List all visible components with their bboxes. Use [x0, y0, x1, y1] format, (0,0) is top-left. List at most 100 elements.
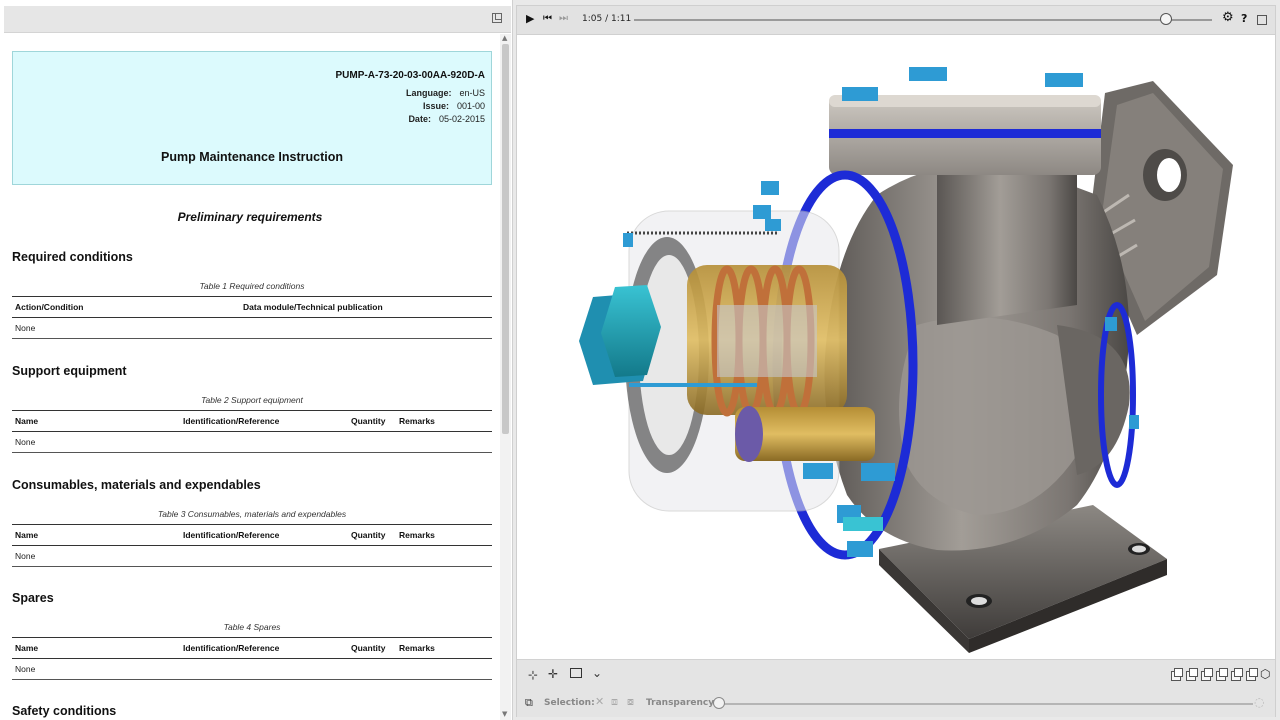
- skip-forward-icon[interactable]: ⏭: [559, 13, 568, 24]
- section-heading: Consumables, materials and expendables: [12, 478, 261, 492]
- skip-back-icon[interactable]: ⏮: [543, 13, 552, 24]
- section-heading: Safety conditions: [12, 704, 117, 718]
- table-row: None: [12, 546, 492, 567]
- section-support-equipment: Support equipment Table 2 Support equipm…: [12, 364, 492, 453]
- issue-value: 001-00: [456, 101, 485, 111]
- date-label: Date:: [408, 114, 431, 124]
- pump-model[interactable]: [517, 35, 1275, 659]
- document-scrollbar[interactable]: ▲ ▼: [500, 34, 511, 720]
- table: Name Identification/Reference Quantity R…: [12, 410, 492, 453]
- column-header: Identification/Reference: [183, 416, 280, 426]
- section-heading: Spares: [12, 591, 54, 605]
- preliminary-heading: Preliminary requirements: [177, 210, 323, 224]
- selection-label: Selection:: [544, 698, 595, 708]
- pan-icon[interactable]: ✛: [548, 667, 558, 681]
- pump-housing: [824, 135, 1130, 551]
- column-header: Remarks: [399, 643, 435, 653]
- timeline-track[interactable]: [634, 19, 1212, 21]
- section-required-conditions: Required conditions Table 1 Required con…: [12, 250, 492, 339]
- zoom-box-icon[interactable]: [570, 668, 582, 678]
- scroll-up-icon[interactable]: ▲: [502, 34, 507, 42]
- table-caption: Table 4 Spares: [223, 622, 281, 632]
- table-cell: None: [15, 551, 36, 561]
- isolate-icon[interactable]: ⧈: [611, 695, 618, 709]
- column-header: Identification/Reference: [183, 643, 280, 653]
- column-header: Identification/Reference: [183, 530, 280, 540]
- date-row: Date: 05-02-2015: [408, 114, 485, 124]
- time-readout: 1:05 / 1:11: [582, 14, 631, 24]
- table-header-row: Name Identification/Reference Quantity R…: [12, 524, 492, 546]
- settings-gear-icon[interactable]: ⚙: [1222, 10, 1234, 25]
- table-cell: None: [15, 323, 36, 333]
- language-row: Language: en-US: [406, 88, 485, 98]
- section-heading: Support equipment: [12, 364, 127, 378]
- timeline-knob[interactable]: [1159, 13, 1172, 25]
- date-value: 05-02-2015: [438, 114, 485, 124]
- table-caption: Table 3 Consumables, materials and expen…: [157, 509, 347, 519]
- column-header: Quantity: [351, 530, 386, 540]
- table-cell: None: [15, 437, 36, 447]
- play-icon[interactable]: ▶: [526, 12, 534, 25]
- scroll-down-icon[interactable]: ▼: [502, 710, 507, 718]
- table-caption: Table 1 Required conditions: [199, 281, 305, 291]
- column-header: Action/Condition: [15, 302, 84, 312]
- view-cube-icon[interactable]: ⬡: [1260, 667, 1270, 681]
- section-heading: Required conditions: [12, 250, 133, 264]
- view-top-icon[interactable]: [1231, 668, 1243, 681]
- transparency-knob[interactable]: [713, 697, 725, 709]
- fit-icon[interactable]: ⌄: [592, 666, 602, 680]
- table: Name Identification/Reference Quantity R…: [12, 637, 492, 680]
- language-value: en-US: [459, 88, 485, 98]
- transparency-reset-icon[interactable]: ◌: [1254, 695, 1264, 709]
- column-header: Remarks: [399, 416, 435, 426]
- viewer-bottom-toolbar: ⊹ ✛ ⌄ ⬡ ⧉ Selection: ✕ ⧈ ⧇ Transparency:…: [517, 659, 1275, 717]
- document-title: Pump Maintenance Instruction: [161, 150, 343, 164]
- transparency-track[interactable]: [713, 703, 1253, 705]
- transparency-label: Transparency:: [646, 698, 718, 708]
- table-row: None: [12, 432, 492, 453]
- table-cell: None: [15, 664, 36, 674]
- selection-mode-icon[interactable]: ⧉: [525, 696, 533, 710]
- column-header: Remarks: [399, 530, 435, 540]
- help-icon[interactable]: ?: [1241, 12, 1247, 25]
- expand-icon[interactable]: [492, 13, 502, 23]
- rotate-icon[interactable]: ⊹: [528, 668, 538, 682]
- data-module-code: PUMP-A-73-20-03-00AA-920D-A: [335, 70, 486, 81]
- section-consumables: Consumables, materials and expendables T…: [12, 478, 492, 567]
- media-toolbar: ▶ ⏮ ⏭ 1:05 / 1:11 ⚙ ?: [517, 6, 1275, 35]
- time-separator: /: [605, 14, 609, 24]
- hide-icon[interactable]: ⧇: [627, 695, 634, 709]
- view-left-icon[interactable]: [1201, 668, 1213, 681]
- table-header-row: Name Identification/Reference Quantity R…: [12, 637, 492, 659]
- pump-internals: [625, 210, 875, 512]
- column-header: Quantity: [351, 643, 386, 653]
- table-row: None: [12, 659, 492, 680]
- top-block: [829, 67, 1101, 175]
- document-pane: PUMP-A-73-20-03-00AA-920D-A Language: en-…: [0, 0, 513, 720]
- table-row: None: [12, 318, 492, 339]
- view-right-icon[interactable]: [1216, 668, 1228, 681]
- view-front-icon[interactable]: [1171, 668, 1183, 681]
- view-bottom-icon[interactable]: [1246, 668, 1258, 681]
- table: Action/Condition Data module/Technical p…: [12, 296, 492, 339]
- view-back-icon[interactable]: [1186, 668, 1198, 681]
- table: Name Identification/Reference Quantity R…: [12, 524, 492, 567]
- section-safety-conditions: Safety conditions: [12, 704, 492, 718]
- section-spares: Spares Table 4 Spares Name Identificatio…: [12, 591, 492, 680]
- table-header-row: Name Identification/Reference Quantity R…: [12, 410, 492, 432]
- clear-selection-icon[interactable]: ✕: [595, 695, 604, 708]
- viewer-pane: ▶ ⏮ ⏭ 1:05 / 1:11 ⚙ ? ⊹ ✛ ⌄ ⬡ ⧉ Selectio…: [516, 5, 1276, 717]
- language-label: Language:: [405, 88, 452, 98]
- column-header: Name: [15, 416, 39, 426]
- issue-row: Issue: 001-00: [423, 101, 485, 111]
- document-header-bar: [4, 6, 511, 33]
- table-caption: Table 2 Support equipment: [201, 395, 303, 405]
- table-header-row: Action/Condition Data module/Technical p…: [12, 296, 492, 318]
- 3d-viewport[interactable]: [517, 35, 1275, 659]
- identification-box: PUMP-A-73-20-03-00AA-920D-A Language: en-…: [12, 51, 492, 185]
- scrollbar-thumb[interactable]: [502, 44, 509, 434]
- fullscreen-icon[interactable]: [1257, 15, 1267, 25]
- current-time: 1:05: [582, 14, 603, 24]
- issue-label: Issue:: [422, 101, 449, 111]
- document-content[interactable]: PUMP-A-73-20-03-00AA-920D-A Language: en-…: [0, 34, 500, 720]
